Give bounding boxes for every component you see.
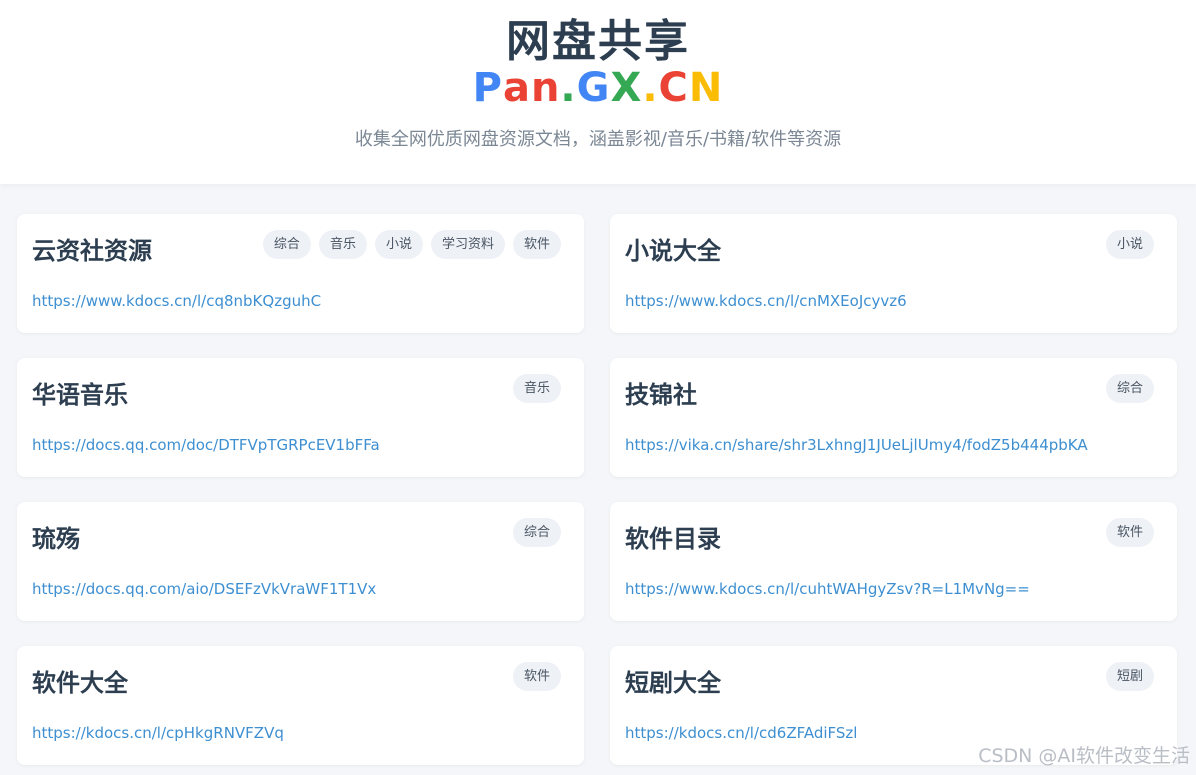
logo-letter: X (610, 65, 643, 111)
logo-letter: G (576, 65, 611, 111)
tag-list: 综合 (1105, 374, 1154, 403)
resource-card: 云资社资源 综合 音乐 小说 学习资料 软件 https://www.kdocs… (17, 214, 584, 333)
card-title: 技锦社 (625, 381, 697, 409)
site-logo[interactable]: Pan.GX.CN (0, 64, 1196, 112)
resource-card: 软件目录 软件 https://www.kdocs.cn/l/cuhtWAHgy… (610, 502, 1177, 621)
resource-card: 技锦社 综合 https://vika.cn/share/shr3LxhngJ1… (610, 358, 1177, 477)
card-link[interactable]: https://vika.cn/share/shr3LxhngJ1JUeLjlU… (625, 434, 1088, 456)
card-link[interactable]: https://kdocs.cn/l/cpHkgRNVFZVq (32, 722, 284, 744)
tag-badge[interactable]: 音乐 (318, 230, 367, 259)
site-title: 网盘共享 (506, 16, 690, 67)
tag-badge[interactable]: 学习资料 (430, 230, 505, 259)
logo-letter: N (688, 65, 724, 111)
tag-badge[interactable]: 软件 (512, 662, 561, 691)
tag-list: 软件 (1105, 518, 1154, 547)
tag-list: 小说 (1105, 230, 1154, 259)
card-title: 短剧大全 (625, 669, 721, 697)
tag-badge[interactable]: 软件 (1105, 518, 1154, 547)
card-title: 云资社资源 (32, 237, 152, 265)
page-header: 网盘共享 Pan.GX.CN 收集全网优质网盘资源文档，涵盖影视/音乐/书籍/软… (0, 0, 1196, 184)
card-title: 小说大全 (625, 237, 721, 265)
tag-list: 音乐 (512, 374, 561, 403)
card-title: 软件目录 (625, 525, 721, 553)
card-link[interactable]: https://www.kdocs.cn/l/cuhtWAHgyZsv?R=L1… (625, 578, 1030, 600)
card-link[interactable]: https://docs.qq.com/aio/DSEFzVkVraWF1T1V… (32, 578, 376, 600)
tag-badge[interactable]: 音乐 (512, 374, 561, 403)
tag-list: 综合 (512, 518, 561, 547)
tag-badge[interactable]: 短剧 (1105, 662, 1154, 691)
logo-letter: . (642, 65, 659, 111)
tag-badge[interactable]: 软件 (512, 230, 561, 259)
logo-letter: P (472, 65, 503, 111)
tag-badge[interactable]: 综合 (1105, 374, 1154, 403)
resource-card: 软件大全 软件 https://kdocs.cn/l/cpHkgRNVFZVq (17, 646, 584, 765)
card-link[interactable]: https://www.kdocs.cn/l/cnMXEoJcyvz6 (625, 290, 907, 312)
logo-letter: C (658, 65, 689, 111)
card-link[interactable]: https://www.kdocs.cn/l/cq8nbKQzguhC (32, 290, 321, 312)
logo-letter: . (560, 65, 577, 111)
resource-card: 华语音乐 音乐 https://docs.qq.com/doc/DTFVpTGR… (17, 358, 584, 477)
resource-card: 小说大全 小说 https://www.kdocs.cn/l/cnMXEoJcy… (610, 214, 1177, 333)
tag-list: 软件 (512, 662, 561, 691)
card-title: 琉殇 (32, 525, 80, 553)
tag-list: 短剧 (1105, 662, 1154, 691)
resource-card: 琉殇 综合 https://docs.qq.com/aio/DSEFzVkVra… (17, 502, 584, 621)
tag-badge[interactable]: 小说 (1105, 230, 1154, 259)
card-title: 软件大全 (32, 669, 128, 697)
tag-badge[interactable]: 小说 (374, 230, 423, 259)
tag-badge[interactable]: 综合 (512, 518, 561, 547)
tag-list: 综合 音乐 小说 学习资料 软件 (262, 230, 561, 259)
logo-letter: an (502, 65, 561, 111)
site-subtitle: 收集全网优质网盘资源文档，涵盖影视/音乐/书籍/软件等资源 (354, 129, 842, 150)
card-title: 华语音乐 (32, 381, 128, 409)
watermark: CSDN @AI软件改变生活 (978, 745, 1190, 767)
card-link[interactable]: https://docs.qq.com/doc/DTFVpTGRPcEV1bFF… (32, 434, 380, 456)
card-link[interactable]: https://kdocs.cn/l/cd6ZFAdiFSzl (625, 722, 857, 744)
tag-badge[interactable]: 综合 (262, 230, 311, 259)
